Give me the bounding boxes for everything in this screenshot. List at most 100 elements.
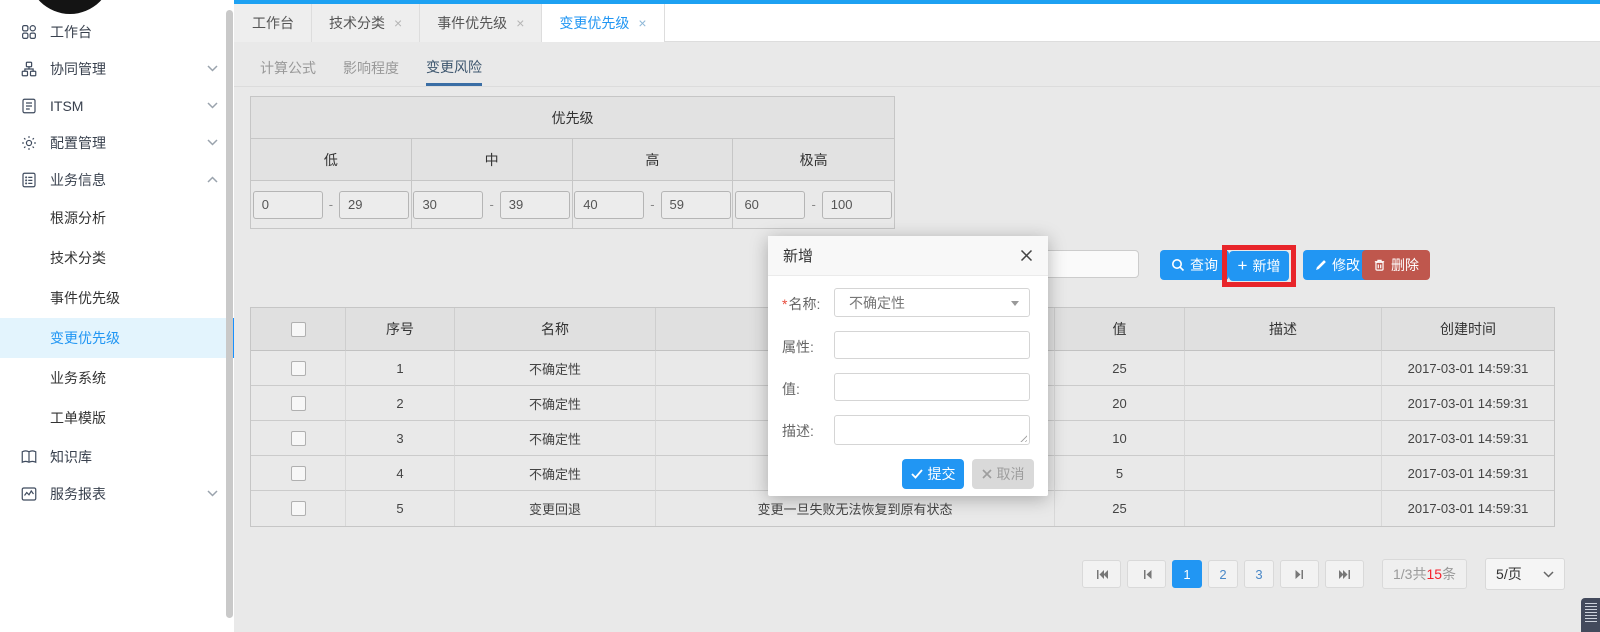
page-button-3[interactable]: 3 [1244,560,1274,588]
name-select[interactable]: 不确定性 [834,288,1030,317]
dialog-close-button[interactable] [1020,249,1033,262]
sidebar-subitem-change-priority[interactable]: 变更优先级 [0,318,234,358]
x-icon [982,469,992,479]
cell-created: 2017-03-01 14:59:31 [1382,456,1554,491]
corner-widget[interactable] [1581,598,1600,632]
priority-low-min-input[interactable] [253,191,323,219]
cell-attr: 变更一旦失败无法恢复到原有状态 [656,491,1055,526]
subtab-impact[interactable]: 影响程度 [343,58,399,84]
cell-value: 10 [1055,421,1185,456]
row-checkbox[interactable] [291,431,306,446]
sidebar-item-label: 工作台 [50,22,92,42]
resize-handle-icon [1018,433,1027,442]
sidebar-subitem-root-analysis[interactable]: 根源分析 [0,198,234,238]
tab-close-icon[interactable]: × [638,16,646,30]
row-checkbox-cell [251,351,346,386]
chevron-down-icon [207,490,218,497]
priority-medium-min-input[interactable] [413,191,483,219]
subtab-formula[interactable]: 计算公式 [260,58,316,84]
tab-incident-priority[interactable]: 事件优先级 × [420,4,542,42]
sidebar-subitem-tech-category[interactable]: 技术分类 [0,238,234,278]
tab-change-priority[interactable]: 变更优先级 × [542,4,664,42]
priority-high-max-input[interactable] [661,191,731,219]
cell-created: 2017-03-01 14:59:31 [1382,351,1554,386]
chevron-down-icon [207,139,218,146]
sidebar-item-config[interactable]: 配置管理 [0,124,234,161]
cell-desc [1185,386,1382,421]
tab-label: 变更优先级 [559,13,629,33]
page-button-1[interactable]: 1 [1172,560,1202,588]
cell-seq: 4 [346,456,455,491]
tab-close-icon[interactable]: × [394,16,402,30]
cancel-button[interactable]: 取消 [972,459,1034,489]
last-page-button[interactable] [1325,560,1364,588]
cell-created: 2017-03-01 14:59:31 [1382,491,1554,526]
sidebar-item-label: 协同管理 [50,59,106,79]
sidebar-subitem-label: 技术分类 [50,248,106,268]
trash-icon [1373,258,1386,272]
header-seq: 序号 [346,308,455,351]
cell-seq: 3 [346,421,455,456]
sidebar-subitem-incident-priority[interactable]: 事件优先级 [0,278,234,318]
row-checkbox[interactable] [291,361,306,376]
prev-page-button[interactable] [1127,560,1166,588]
chevron-down-icon [1543,571,1554,578]
page-size-select[interactable]: 5/页 [1485,558,1565,590]
priority-critical-max-input[interactable] [822,191,892,219]
first-page-button[interactable] [1082,560,1121,588]
row-checkbox-cell [251,456,346,491]
subtab-change-risk[interactable]: 变更风险 [426,57,482,86]
range-dash: - [329,197,333,212]
cell-name: 不确定性 [455,351,656,386]
tab-close-icon[interactable]: × [516,16,524,30]
submit-button[interactable]: 提交 [902,459,964,489]
priority-low-max-input[interactable] [339,191,409,219]
sidebar-subitem-business-system[interactable]: 业务系统 [0,358,234,398]
row-checkbox[interactable] [291,466,306,481]
priority-critical-min-input[interactable] [735,191,805,219]
sidebar-item-workbench[interactable]: 工作台 [0,13,234,50]
tab-bar: 工作台 技术分类 × 事件优先级 × 变更优先级 × [234,4,1600,42]
sidebar-item-knowledge-base[interactable]: 知识库 [0,438,234,475]
sidebar-item-collaboration[interactable]: 协同管理 [0,50,234,87]
tab-workbench[interactable]: 工作台 [234,4,312,42]
pencil-icon [1314,259,1327,272]
sidebar-item-business-info[interactable]: 业务信息 [0,161,234,198]
delete-button[interactable]: 删除 [1362,250,1430,280]
grid-icon [20,23,38,41]
next-page-button[interactable] [1280,560,1319,588]
cell-name: 变更回退 [455,491,656,526]
desc-textarea[interactable] [834,415,1030,445]
app-logo [28,0,112,14]
page-button-2[interactable]: 2 [1208,560,1238,588]
sidebar-subitem-ticket-template[interactable]: 工单模版 [0,398,234,438]
edit-button[interactable]: 修改 [1303,250,1371,280]
sidebar-subitem-label: 事件优先级 [50,288,120,308]
chart-icon [20,485,38,503]
edit-button-label: 修改 [1332,255,1360,275]
tab-tech-category[interactable]: 技术分类 × [312,4,420,42]
priority-high-min-input[interactable] [574,191,644,219]
attr-input[interactable] [834,331,1030,359]
sidebar-item-label: 知识库 [50,447,92,467]
cell-value: 25 [1055,491,1185,526]
chevron-up-icon [207,176,218,183]
sidebar-subitem-label: 工单模版 [50,408,106,428]
cell-desc [1185,351,1382,386]
add-button[interactable]: + 新增 [1229,251,1289,281]
sidebar-item-itsm[interactable]: ITSM [0,87,234,124]
pagination: 1 2 3 1/3共15条 5/页 [1082,558,1565,590]
select-caret-icon [1011,301,1019,306]
cell-seq: 2 [346,386,455,421]
value-input[interactable] [834,373,1030,401]
check-icon [911,469,923,479]
range-dash: - [489,197,493,212]
sidebar-scrollbar[interactable] [226,10,233,618]
query-button[interactable]: 查询 [1160,250,1229,280]
row-checkbox[interactable] [291,396,306,411]
search-icon [1171,258,1185,272]
sidebar-item-service-report[interactable]: 服务报表 [0,475,234,512]
row-checkbox[interactable] [291,501,306,516]
select-all-checkbox[interactable] [291,322,306,337]
priority-medium-max-input[interactable] [500,191,570,219]
